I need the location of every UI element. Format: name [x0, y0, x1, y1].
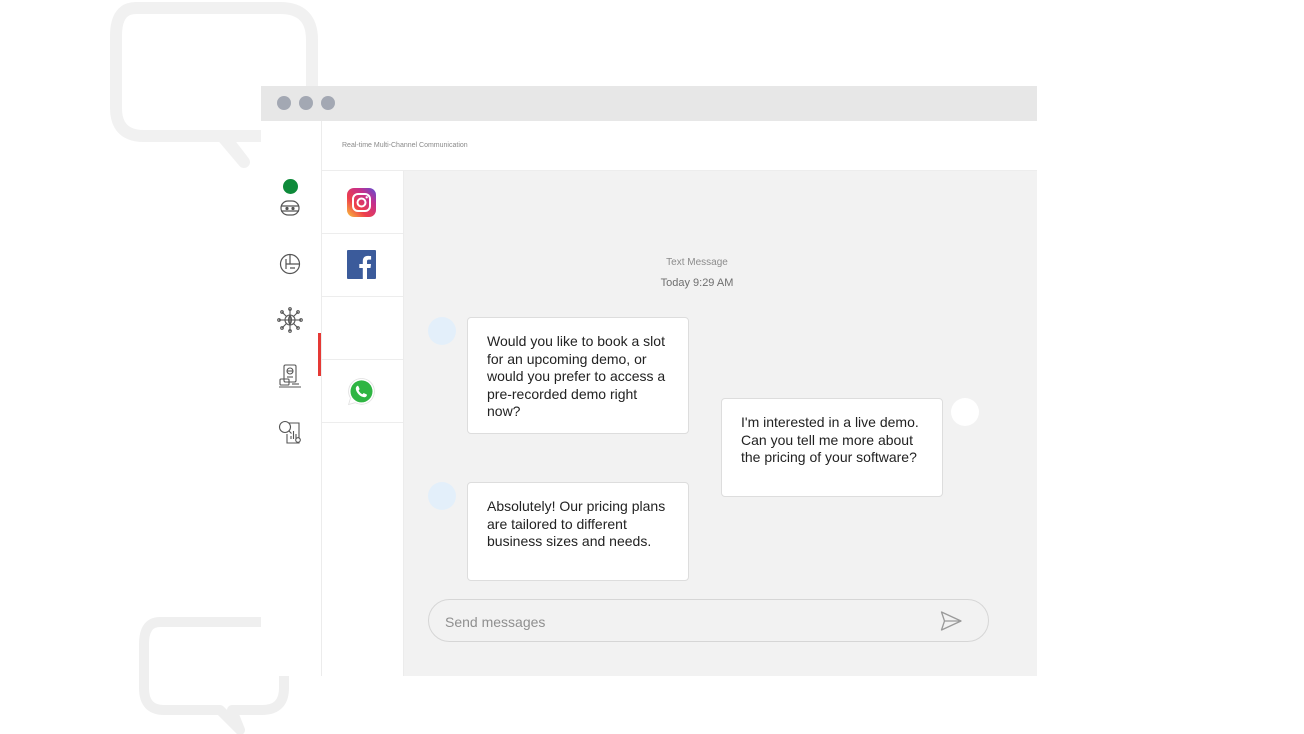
devices-icon	[279, 364, 301, 388]
network-icon	[277, 307, 303, 333]
sidebar-item-devices[interactable]	[277, 363, 303, 389]
sidebar-item-analytics[interactable]	[277, 251, 303, 277]
send-button[interactable]	[939, 609, 963, 633]
channel-item-empty[interactable]	[322, 297, 403, 360]
message-timestamp: Today 9:29 AM	[660, 277, 734, 289]
channel-item-facebook[interactable]	[322, 234, 403, 297]
page-header: Real-time Multi-Channel Communication	[322, 121, 1037, 171]
window-control-dot-icon[interactable]	[277, 96, 291, 110]
window-control-dot-icon[interactable]	[321, 96, 335, 110]
message-composer	[428, 599, 989, 642]
analytics-icon	[279, 253, 301, 275]
user-message-bubble: I'm interested in a live demo. Can you t…	[721, 398, 943, 497]
app-window: Real-time Multi-Channel Communication Te…	[261, 86, 1037, 676]
sidebar-item-search-report[interactable]	[277, 419, 303, 445]
bot-avatar	[428, 317, 456, 345]
online-status-indicator	[283, 179, 298, 194]
message-input[interactable]	[443, 610, 927, 634]
sidebar-item-chatbot[interactable]	[277, 195, 303, 221]
window-control-dot-icon[interactable]	[299, 96, 313, 110]
sidebar-rail	[261, 121, 322, 676]
page-title: Real-time Multi-Channel Communication	[342, 142, 468, 149]
instagram-icon	[347, 188, 376, 217]
message-type-label: Text Message	[666, 257, 728, 268]
facebook-icon	[347, 250, 376, 279]
send-icon	[940, 611, 962, 631]
bot-avatar	[428, 482, 456, 510]
bot-message-bubble: Absolutely! Our pricing plans are tailor…	[467, 482, 689, 581]
sidebar-item-network[interactable]	[277, 307, 303, 333]
chatbot-icon	[280, 200, 300, 216]
window-titlebar	[261, 86, 1037, 121]
chat-pane: Text Message Today 9:29 AM Would you lik…	[404, 171, 1037, 676]
whatsapp-icon	[348, 378, 375, 406]
sidebar-active-indicator	[318, 333, 321, 376]
channel-item-whatsapp[interactable]	[322, 360, 403, 423]
bot-message-bubble: Would you like to book a slot for an upc…	[467, 317, 689, 434]
channel-item-instagram[interactable]	[322, 171, 403, 234]
channel-list	[322, 171, 404, 676]
search-report-icon	[278, 420, 301, 444]
user-avatar	[951, 398, 979, 426]
